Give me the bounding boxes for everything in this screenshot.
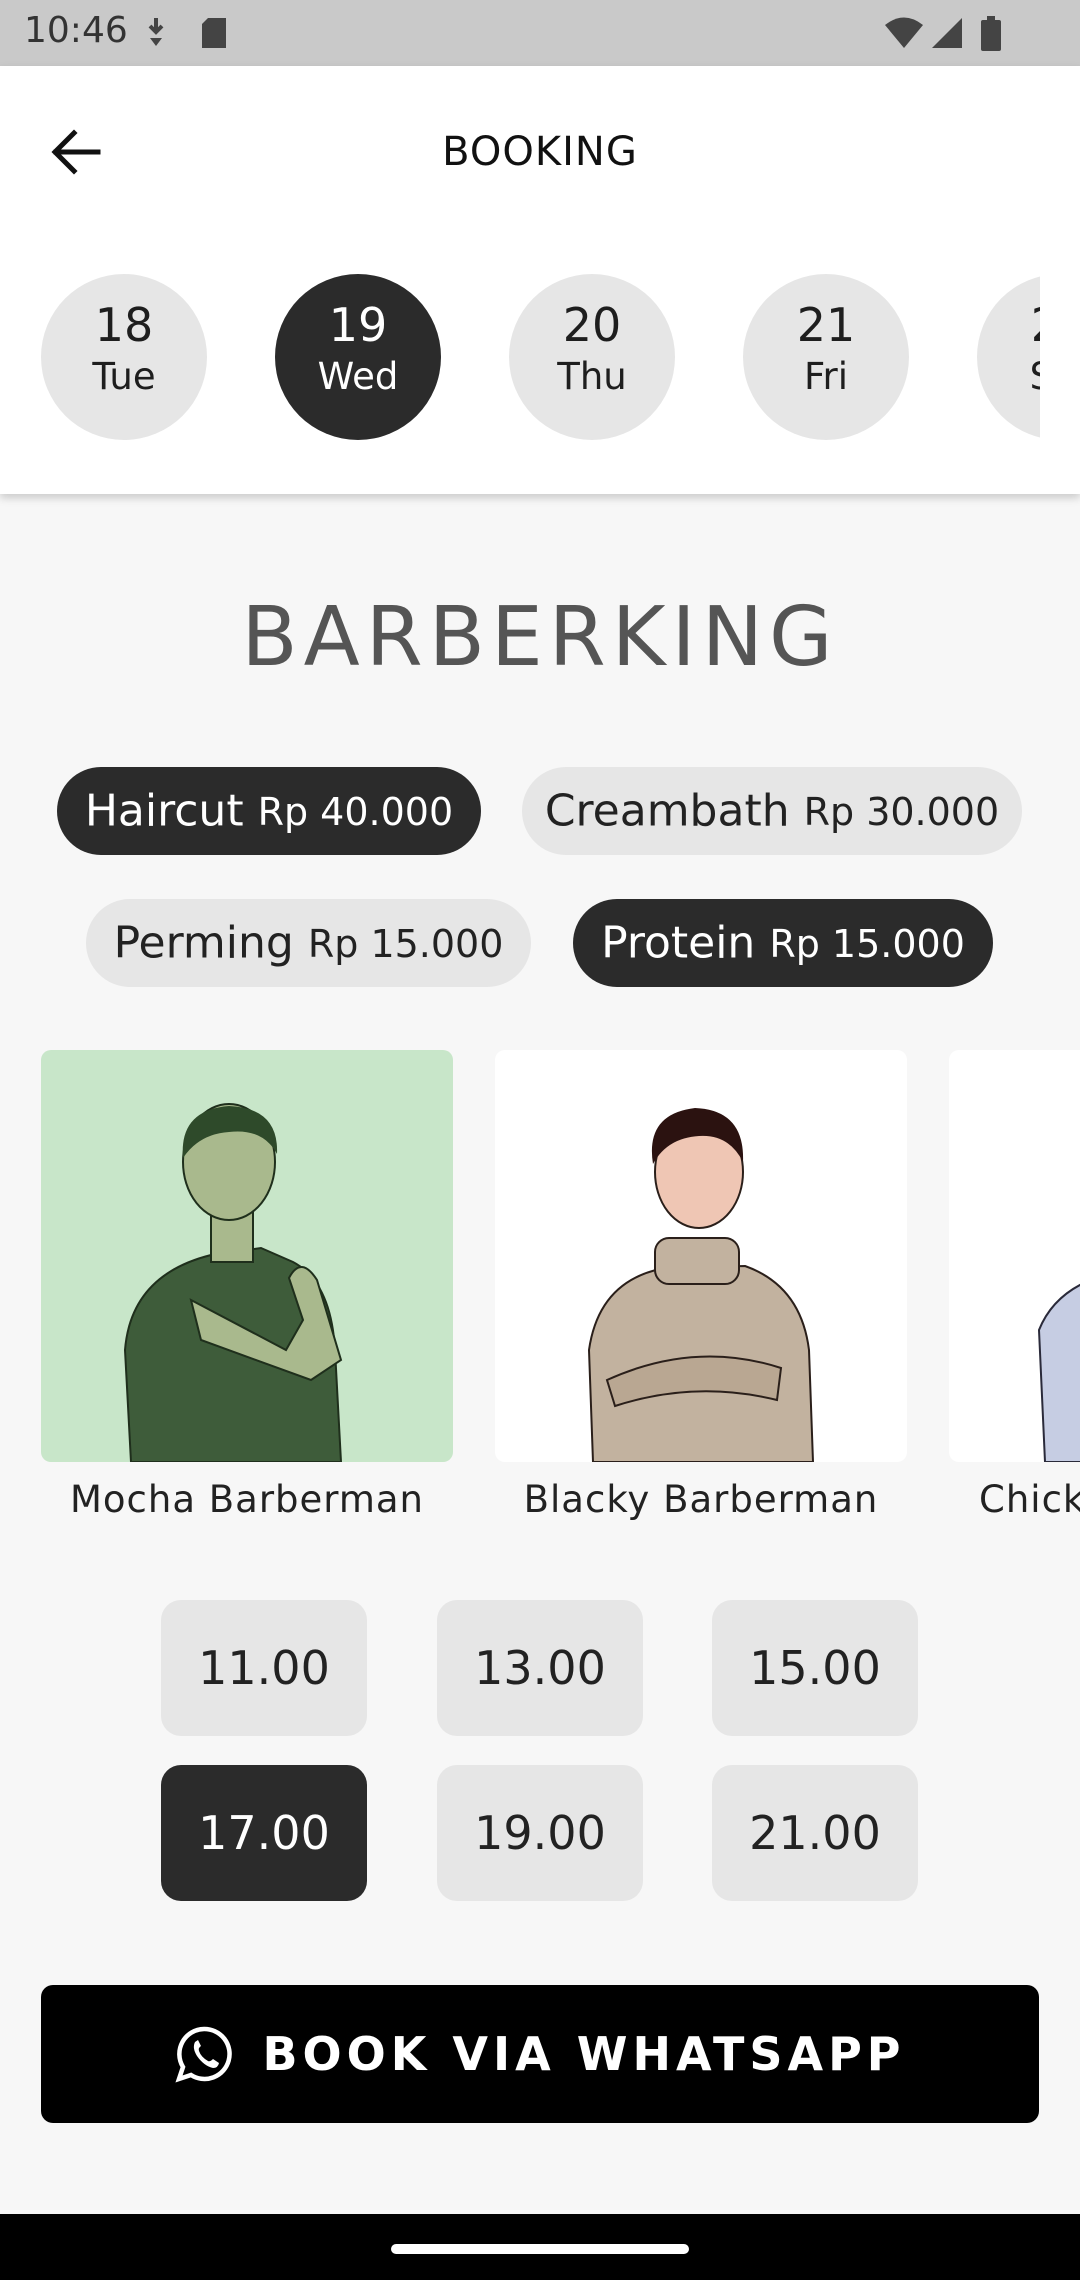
time-slot-15[interactable]: 15.00 [712,1600,918,1736]
date-number: 19 [328,298,388,352]
signal-icon [932,18,962,48]
barber-name: Mocha Barberman [69,1478,425,1521]
date-number: 18 [94,298,154,352]
date-pill-22[interactable]: 22 Sat [977,274,1040,440]
book-button-label: BOOK VIA WHATSAPP [262,2027,906,2081]
status-time: 10:46 [24,10,128,51]
service-name: Perming [113,917,294,969]
home-handle[interactable] [391,2244,689,2254]
barber-card-blacky[interactable]: Blacky Barberman [495,1050,907,1521]
time-slot-13[interactable]: 13.00 [437,1600,643,1736]
barber-list[interactable]: Mocha Barberman Blacky Barberman Chick [0,1050,1080,1540]
date-pill-18[interactable]: 18 Tue [41,274,207,440]
barber-card-mocha[interactable]: Mocha Barberman [41,1050,453,1521]
service-price: Rp 15.000 [307,921,504,966]
date-weekday: Wed [317,355,399,398]
date-selector[interactable]: 18 Tue 19 Wed 20 Thu 21 Fri 22 Sat [0,274,1040,442]
service-name: Creambath [544,785,790,837]
service-chip-haircut[interactable]: Haircut Rp 40.000 [57,767,481,855]
date-weekday: Sat [977,352,1040,402]
date-pill-21[interactable]: 21 Fri [743,274,909,440]
battery-icon [981,16,1001,51]
service-name: Protein [601,917,756,969]
shop-name: BARBERKING [241,590,839,685]
service-price: Rp 30.000 [803,789,1000,834]
date-weekday: Fri [803,355,849,398]
page-title: BOOKING [442,129,638,175]
date-number: 21 [796,298,856,352]
status-bar: 10:46 [0,0,1080,66]
barber-illustration [1037,1283,1080,1462]
barber-photo [41,1050,453,1462]
date-number: 20 [562,298,622,352]
time-slot-11[interactable]: 11.00 [161,1600,367,1736]
barber-card-chick[interactable]: Chick [949,1050,1080,1521]
date-number: 22 [977,298,1040,352]
service-chip-creambath[interactable]: Creambath Rp 30.000 [522,767,1022,855]
service-price: Rp 40.000 [257,789,454,834]
service-price: Rp 15.000 [769,921,965,966]
barber-photo [495,1050,907,1462]
barber-photo [949,1050,1080,1462]
barber-illustration [123,1103,343,1462]
service-name: Haircut [84,785,244,837]
sd-card-icon [202,18,226,48]
time-slot-17[interactable]: 17.00 [161,1765,367,1901]
whatsapp-icon [175,2026,233,2083]
download-icon [148,18,164,46]
service-chip-protein[interactable]: Protein Rp 15.000 [573,899,993,987]
wifi-icon [885,17,923,48]
service-chip-perming[interactable]: Perming Rp 15.000 [86,899,531,987]
barber-name: Blacky Barberman [523,1478,879,1521]
date-pill-19[interactable]: 19 Wed [275,274,441,440]
date-weekday: Thu [557,355,627,398]
booking-header: BOOKING 18 Tue 19 Wed 20 Thu 21 Fri 22 S… [0,66,1080,494]
system-nav-bar [0,2214,1080,2280]
date-weekday: Tue [92,355,156,398]
barber-name: Chick [979,1478,1080,1521]
time-slot-21[interactable]: 21.00 [712,1765,918,1901]
book-via-whatsapp-button[interactable]: BOOK VIA WHATSAPP [41,1985,1039,2123]
date-pill-20[interactable]: 20 Thu [509,274,675,440]
time-slot-19[interactable]: 19.00 [437,1765,643,1901]
barber-illustration [587,1108,815,1462]
